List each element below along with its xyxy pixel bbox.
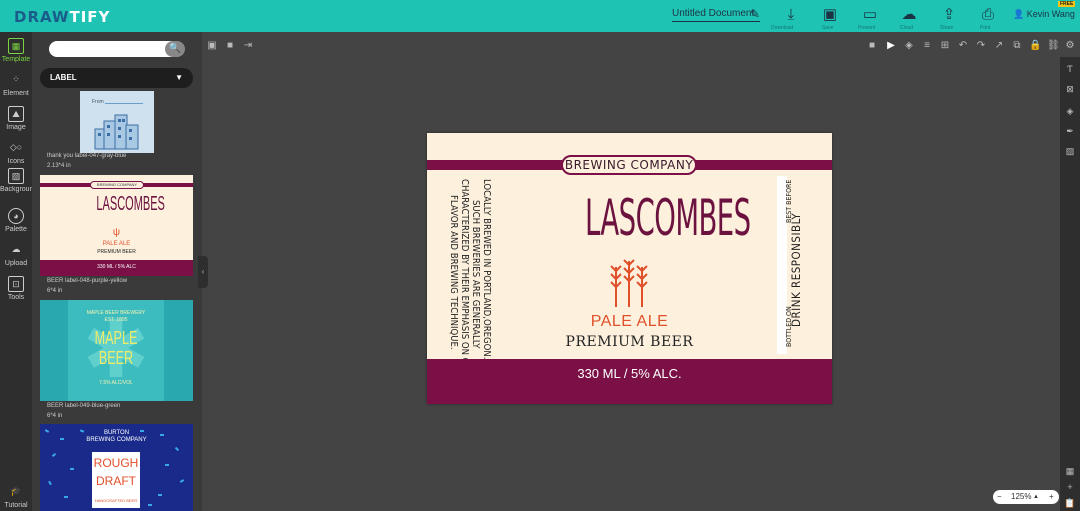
add-icon[interactable]: +	[1064, 481, 1076, 493]
nav-template[interactable]: ▦ Template	[0, 38, 32, 63]
zoom-out-button[interactable]: −	[997, 490, 1002, 504]
share-label: Share	[940, 25, 954, 31]
clipboard-icon[interactable]: 📋	[1064, 497, 1076, 509]
download-label: Download	[771, 25, 794, 31]
save-icon[interactable]: ▣	[819, 6, 841, 26]
thumb-size: 2.13*4 in	[47, 163, 71, 169]
upload-icon: ☁	[11, 244, 21, 254]
cloud-icon[interactable]: ☁	[898, 6, 920, 26]
nav-image[interactable]: ⛰ Image	[0, 106, 32, 131]
forward-icon[interactable]: ↗	[993, 40, 1005, 52]
premium-beer-text[interactable]: PREMIUM BEER	[547, 334, 712, 350]
fill-icon[interactable]: ◈	[1064, 105, 1076, 117]
link-icon[interactable]: ⛓	[1047, 40, 1060, 52]
right-bar: Ƭ ⊠ ◈ ✒ ▨ ▦ + 📋	[1060, 57, 1080, 511]
palette-icon: ◕	[8, 208, 24, 224]
redo-icon[interactable]: ↷	[975, 40, 987, 52]
free-badge: FREE	[1058, 1, 1076, 7]
zoom-level: 125%	[1011, 492, 1032, 501]
grid-icon[interactable]: ▦	[1064, 465, 1076, 477]
cloud-label: Cloud	[900, 25, 914, 31]
story-line-2[interactable]: SUCH BREWERIES ARE GENERALLY	[470, 200, 481, 348]
user-menu[interactable]: 👤 Kevin Wang	[1013, 9, 1075, 20]
group-icon[interactable]: ⊞	[939, 40, 951, 52]
volume-text[interactable]: 330 ML / 5% ALC.	[527, 366, 732, 381]
nav-tools[interactable]: ⊡ Tools	[0, 276, 32, 301]
shape-icon[interactable]: ⊠	[1064, 83, 1076, 95]
story-line-4[interactable]: FLAVOR AND BREWING TECHNIQUE.	[448, 195, 459, 350]
brewing-company-pill[interactable]: BREWING COMPANY	[561, 155, 697, 175]
template-thumb-rough-draft[interactable]: BURTON BREWING COMPANY ROUGH DRAFT HANDC…	[40, 424, 193, 511]
video-icon[interactable]: ■	[866, 40, 878, 52]
wheat-icon[interactable]	[608, 257, 650, 309]
canvas-toolbar: ▣ ■ ⇥ ■ ▶ ◈ ≡ ⊞ ↶ ↷ ↗ ⧉ 🔒 ⛓ ⚙	[202, 37, 1074, 55]
zoom-control: − 125% ▲ +	[993, 490, 1059, 504]
import-icon[interactable]: ⇥	[242, 40, 254, 52]
print-icon[interactable]: ⎙	[977, 6, 999, 26]
lock-icon[interactable]: 🔒	[1029, 40, 1041, 52]
nav-element[interactable]: ⁘ Element	[0, 72, 32, 97]
nav-palette[interactable]: ◕ Palette	[0, 208, 32, 233]
element-icon: ⁘	[12, 74, 20, 84]
pen-icon[interactable]: ✒	[1064, 125, 1076, 137]
download-icon[interactable]: ⤓	[780, 6, 802, 26]
zoom-caret-icon[interactable]: ▲	[1033, 490, 1039, 504]
play-icon[interactable]: ▶	[885, 40, 897, 52]
undo-icon[interactable]: ↶	[957, 40, 969, 52]
thumb-size: 6*4 in	[47, 288, 63, 294]
thumb-caption: thank you label-047-gray-blue	[47, 153, 127, 159]
present-icon[interactable]: ▭	[859, 6, 881, 26]
buildings-illustration	[94, 114, 139, 150]
label-title[interactable]: LASCOMBES	[585, 189, 751, 247]
template-thumb-beer-green[interactable]: ✱ MAPLE BEER BREWERY EST. 1895 MAPLE BEE…	[40, 300, 193, 401]
nav-upload[interactable]: ☁ Upload	[0, 242, 32, 267]
thumb-caption: BEER label-049-blue-green	[47, 403, 121, 409]
top-bar: DRAWTIFY Untitled Document ✎ ⤓ Download ▣…	[0, 0, 1080, 32]
gear-icon[interactable]: ⚙	[1064, 40, 1076, 52]
template-panel: 🔍 LABEL ▼ From thank you label-047-gray-…	[32, 32, 202, 511]
align-icon[interactable]: ≡	[921, 40, 933, 52]
chevron-down-icon: ▼	[175, 73, 183, 82]
wheat-mini-icon: ψ	[112, 227, 121, 238]
template-thumb-thankyou[interactable]: From	[80, 91, 154, 153]
tutorial-icon: 🎓	[10, 486, 22, 496]
app-logo[interactable]: DRAWTIFY	[14, 8, 110, 26]
thumb-caption: BEER label-048-purple-yellow	[47, 278, 128, 284]
pencil-icon: ✎	[749, 7, 760, 21]
save-label: Save	[822, 25, 834, 31]
fit-screen-icon[interactable]: ▣	[206, 40, 218, 52]
search-input[interactable]	[49, 41, 184, 57]
icons-icon: ◇○	[9, 142, 23, 152]
user-name: Kevin Wang	[1026, 9, 1075, 19]
document-title[interactable]: Untitled Document ✎	[672, 7, 760, 22]
pale-ale-text[interactable]: PALE ALE	[562, 313, 697, 331]
share-icon[interactable]: ⇪	[938, 6, 960, 26]
square-icon[interactable]: ■	[224, 40, 236, 52]
copy-icon[interactable]: ⧉	[1011, 40, 1023, 52]
user-icon: 👤	[1013, 9, 1025, 19]
tools-icon: ⊡	[8, 276, 24, 292]
drink-responsibly-text[interactable]: DRINK RESPONSIBLY	[789, 213, 803, 327]
thumb-size: 6*4 in	[47, 413, 63, 419]
layers-icon[interactable]: ◈	[903, 40, 915, 52]
left-nav: ▦ Template ⁘ Element ⛰ Image ◇○ Icons ▨ Backg…	[0, 32, 32, 511]
template-thumb-beer-purple[interactable]: BREWING COMPANY LASCOMBES ψ PALE ALE PRE…	[40, 175, 193, 276]
background-icon: ▨	[8, 168, 24, 184]
text-icon[interactable]: Ƭ	[1064, 63, 1076, 75]
image-edit-icon[interactable]: ▨	[1064, 145, 1076, 157]
category-dropdown[interactable]: LABEL ▼	[40, 68, 193, 88]
image-icon: ⛰	[8, 106, 24, 122]
collapse-panel-handle[interactable]: ‹	[198, 256, 208, 288]
story-line-1[interactable]: LOCALLY BREWED IN PORTLAND,OREGON.	[481, 179, 492, 360]
zoom-in-button[interactable]: +	[1049, 490, 1054, 504]
present-label: Present	[858, 25, 876, 31]
search-icon[interactable]: 🔍	[165, 41, 185, 57]
design-canvas[interactable]: BREWING COMPANY LOCALLY BREWED IN PORTLA…	[427, 133, 832, 404]
nav-tutorial[interactable]: 🎓 Tutorial	[0, 484, 32, 509]
print-label: Print	[980, 25, 991, 31]
nav-background[interactable]: ▨Background	[0, 168, 32, 194]
nav-icons[interactable]: ◇○ Icons	[0, 140, 32, 165]
template-icon: ▦	[8, 38, 24, 54]
